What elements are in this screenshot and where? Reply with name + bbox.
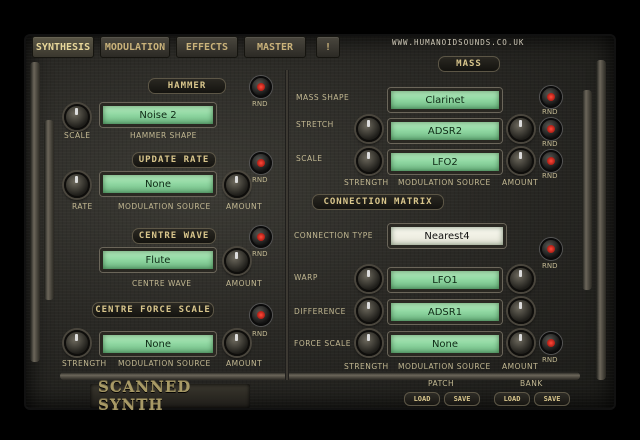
warp-strength-knob[interactable] xyxy=(356,266,382,292)
mass-amount-label: AMOUNT xyxy=(502,178,539,187)
centre-wave-label: CENTRE WAVE xyxy=(132,279,192,288)
hammer-rnd-button[interactable] xyxy=(250,76,272,98)
centre-wave-rnd-label: RND xyxy=(252,250,268,258)
centre-wave-display[interactable]: Flute xyxy=(100,248,216,272)
synth-logo: SCANNED SYNTH xyxy=(98,378,192,414)
centre-force-strength-knob[interactable] xyxy=(64,330,90,356)
mass-stretch-rnd-button[interactable] xyxy=(540,118,562,140)
patch-save-button[interactable]: SAVE xyxy=(444,392,480,406)
hammer-shape-label: HAMMER SHAPE xyxy=(130,131,197,140)
hammer-rnd-label: RND xyxy=(252,100,268,108)
mass-scale-knob[interactable] xyxy=(356,148,382,174)
force-scale-strength-knob[interactable] xyxy=(356,330,382,356)
bank-label: BANK xyxy=(520,379,543,388)
mass-shape-label: MASS SHAPE xyxy=(296,93,350,102)
tab-effects[interactable]: EFFECTS xyxy=(176,36,238,58)
mass-strength-label: STRENGTH xyxy=(344,178,389,187)
warp-source-display[interactable]: LFO1 xyxy=(388,268,502,292)
left-pipe-inner xyxy=(44,120,54,300)
website-url: WWW.HUMANOIDSOUNDS.CO.UK xyxy=(392,38,525,47)
matrix-rnd-button[interactable] xyxy=(540,238,562,260)
mass-shape-display[interactable]: Clarinet xyxy=(388,88,502,112)
update-rate-knob[interactable] xyxy=(64,172,90,198)
mass-scale-amount-knob[interactable] xyxy=(508,148,534,174)
mass-stretch-label: STRETCH xyxy=(296,120,334,129)
connection-matrix-header: CONNECTION MATRIX xyxy=(312,194,444,210)
centre-force-header: CENTRE FORCE SCALE xyxy=(92,302,214,318)
panel-divider xyxy=(285,70,289,380)
update-rate-source-display[interactable]: None xyxy=(100,172,216,196)
mass-stretch-amount-knob[interactable] xyxy=(508,116,534,142)
bank-load-button[interactable]: LOAD xyxy=(494,392,530,406)
connection-type-display[interactable]: Nearest4 xyxy=(388,224,506,248)
difference-source-display[interactable]: ADSR1 xyxy=(388,300,502,324)
mass-scale-rnd-button[interactable] xyxy=(540,150,562,172)
patch-load-button[interactable]: LOAD xyxy=(404,392,440,406)
update-rate-amount-label: AMOUNT xyxy=(226,202,263,211)
centre-force-source-display[interactable]: None xyxy=(100,332,216,356)
mass-stretch-knob[interactable] xyxy=(356,116,382,142)
right-pipe-inner xyxy=(582,90,592,290)
force-scale-rnd-label: RND xyxy=(542,356,558,364)
difference-strength-knob[interactable] xyxy=(356,298,382,324)
centre-force-source-label: MODULATION SOURCE xyxy=(118,359,211,368)
matrix-amount-label: AMOUNT xyxy=(502,362,539,371)
centre-wave-header: CENTRE WAVE xyxy=(132,228,216,244)
force-scale-source-display[interactable]: None xyxy=(388,332,502,356)
update-rate-rnd-label: RND xyxy=(252,176,268,184)
centre-force-rnd-label: RND xyxy=(252,330,268,338)
left-pipe xyxy=(30,62,40,362)
centre-force-amount-knob[interactable] xyxy=(224,330,250,356)
tab-modulation[interactable]: MODULATION xyxy=(100,36,170,58)
update-rate-header: UPDATE RATE xyxy=(132,152,216,168)
right-pipe xyxy=(596,60,606,380)
update-rate-rnd-button[interactable] xyxy=(250,152,272,174)
warp-label: WARP xyxy=(294,273,318,282)
difference-amount-knob[interactable] xyxy=(508,298,534,324)
centre-wave-amount-knob[interactable] xyxy=(224,248,250,274)
centre-wave-rnd-button[interactable] xyxy=(250,226,272,248)
mass-scale-rnd-label: RND xyxy=(542,172,558,180)
force-scale-rnd-button[interactable] xyxy=(540,332,562,354)
patch-label: PATCH xyxy=(428,379,455,388)
centre-wave-amount-label: AMOUNT xyxy=(226,279,263,288)
tab-info[interactable]: ! xyxy=(316,36,340,58)
mass-shape-rnd-button[interactable] xyxy=(540,86,562,108)
bank-save-button[interactable]: SAVE xyxy=(534,392,570,406)
matrix-strength-label: STRENGTH xyxy=(344,362,389,371)
centre-force-rnd-button[interactable] xyxy=(250,304,272,326)
tab-synthesis[interactable]: SYNTHESIS xyxy=(32,36,94,58)
tab-master[interactable]: MASTER xyxy=(244,36,306,58)
mass-scale-label: SCALE xyxy=(296,154,323,163)
mass-stretch-rnd-label: RND xyxy=(542,140,558,148)
hammer-scale-knob[interactable] xyxy=(64,104,90,130)
centre-force-amount-label: AMOUNT xyxy=(226,359,263,368)
warp-amount-knob[interactable] xyxy=(508,266,534,292)
centre-force-strength-label: STRENGTH xyxy=(62,359,107,368)
update-rate-source-label: MODULATION SOURCE xyxy=(118,202,211,211)
force-scale-amount-knob[interactable] xyxy=(508,330,534,356)
mass-header: MASS xyxy=(438,56,500,72)
hammer-scale-label: SCALE xyxy=(64,131,91,140)
matrix-source-label: MODULATION SOURCE xyxy=(398,362,491,371)
force-scale-label: FORCE SCALE xyxy=(294,339,351,348)
matrix-rnd-label: RND xyxy=(542,262,558,270)
hammer-header: HAMMER xyxy=(148,78,226,94)
mass-shape-rnd-label: RND xyxy=(542,108,558,116)
hammer-shape-display[interactable]: Noise 2 xyxy=(100,103,216,127)
connection-type-label: CONNECTION TYPE xyxy=(294,231,373,240)
mass-scale-display[interactable]: LFO2 xyxy=(388,150,502,174)
mass-stretch-display[interactable]: ADSR2 xyxy=(388,119,502,143)
mass-source-label: MODULATION SOURCE xyxy=(398,178,491,187)
difference-label: DIFFERENCE xyxy=(294,307,346,316)
update-rate-amount-knob[interactable] xyxy=(224,172,250,198)
update-rate-label: RATE xyxy=(72,202,93,211)
